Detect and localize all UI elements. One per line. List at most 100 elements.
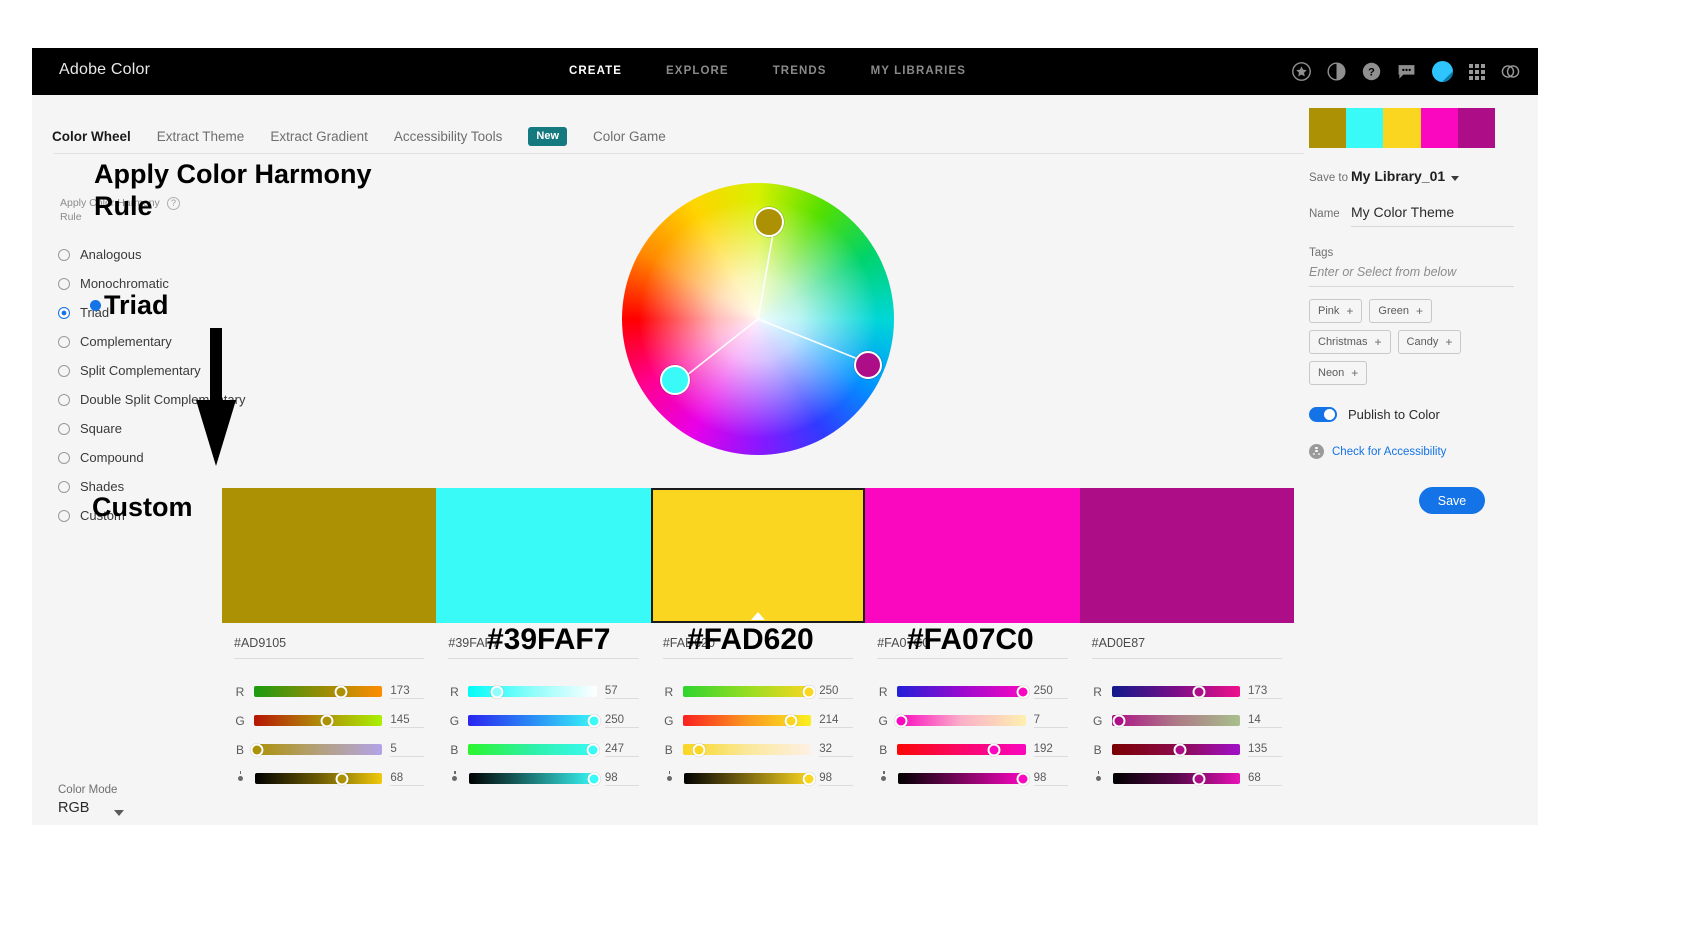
slider-track-g[interactable] (682, 714, 812, 727)
color-wheel[interactable] (622, 183, 894, 455)
slider-track-brightness[interactable] (469, 772, 601, 785)
slider-row-g[interactable]: G 14 (1092, 706, 1283, 735)
slider-track-g[interactable] (254, 714, 383, 727)
swatch-2[interactable] (436, 488, 651, 623)
slider-knob-b[interactable] (250, 743, 264, 756)
nav-explore[interactable]: EXPLORE (666, 65, 729, 77)
hex-value-1[interactable]: #AD9105 (234, 636, 425, 659)
slider-value-r[interactable]: 250 (1033, 685, 1068, 699)
slider-row-r[interactable]: R 57 (448, 677, 639, 706)
tab-color-game[interactable]: Color Game (593, 129, 666, 144)
plus-icon[interactable]: + (1416, 304, 1423, 318)
accessibility-check-row[interactable]: Check for Accessibility (1309, 444, 1514, 459)
slider-row-b[interactable]: B 5 (234, 735, 425, 764)
slider-row-b[interactable]: B 192 (877, 735, 1068, 764)
slider-knob-r[interactable] (1016, 685, 1030, 698)
slider-knob-g[interactable] (320, 714, 334, 727)
tag-chip-neon[interactable]: Neon + (1309, 361, 1368, 385)
check-accessibility-link[interactable]: Check for Accessibility (1332, 446, 1446, 458)
slider-track-b[interactable] (897, 743, 1026, 756)
slider-track-r[interactable] (897, 685, 1030, 698)
slider-row-b[interactable]: B 32 (663, 735, 854, 764)
slider-row-g[interactable]: G 145 (234, 706, 425, 735)
plus-icon[interactable]: + (1445, 335, 1452, 349)
plus-icon[interactable]: + (1375, 335, 1382, 349)
slider-value-b[interactable]: 192 (1033, 743, 1068, 757)
slider-value-b[interactable]: 135 (1248, 743, 1283, 757)
slider-knob-b[interactable] (1173, 743, 1187, 756)
nav-my-libraries[interactable]: MY LIBRARIES (871, 65, 966, 77)
tags-input[interactable]: Enter or Select from below (1309, 265, 1514, 287)
nav-trends[interactable]: TRENDS (773, 65, 827, 77)
publish-to-color-row[interactable]: Publish to Color (1309, 407, 1514, 422)
slider-knob-brightness[interactable] (1016, 772, 1030, 785)
slider-value-g[interactable]: 250 (604, 714, 639, 728)
wheel-marker-secondary[interactable] (660, 365, 690, 395)
slider-row-brightness[interactable]: 68 (234, 764, 425, 793)
slider-value-b[interactable]: 5 (390, 743, 425, 757)
slider-knob-g[interactable] (1112, 714, 1126, 727)
slider-knob-r[interactable] (1192, 685, 1206, 698)
slider-value-g[interactable]: 7 (1033, 714, 1068, 728)
plus-icon[interactable]: + (1346, 304, 1353, 318)
slider-knob-r[interactable] (490, 685, 504, 698)
slider-knob-b[interactable] (586, 743, 600, 756)
slider-row-g[interactable]: G 250 (448, 706, 639, 735)
slider-row-b[interactable]: B 135 (1092, 735, 1283, 764)
slider-value-g[interactable]: 214 (819, 714, 854, 728)
theme-name-input[interactable]: My Color Theme (1351, 204, 1514, 227)
slider-track-brightness[interactable] (1112, 772, 1241, 785)
slider-value-brightness[interactable]: 98 (604, 772, 639, 786)
plus-icon[interactable]: + (1351, 366, 1358, 380)
slider-track-brightness[interactable] (255, 772, 383, 785)
creative-cloud-icon[interactable] (1501, 62, 1520, 81)
slider-row-b[interactable]: B 247 (448, 735, 639, 764)
tag-chip-candy[interactable]: Candy + (1397, 330, 1462, 354)
slider-value-g[interactable]: 14 (1248, 714, 1283, 728)
slider-knob-r[interactable] (802, 685, 816, 698)
slider-value-brightness[interactable]: 68 (1248, 772, 1283, 786)
slider-row-brightness[interactable]: 98 (663, 764, 854, 793)
slider-track-g[interactable] (894, 714, 1026, 727)
library-selector-value[interactable]: My Library_01 (1351, 168, 1445, 184)
tab-color-wheel[interactable]: Color Wheel (52, 129, 131, 144)
tab-accessibility-tools[interactable]: Accessibility Tools (394, 129, 503, 144)
feedback-icon[interactable] (1397, 62, 1416, 81)
tab-extract-gradient[interactable]: Extract Gradient (270, 129, 368, 144)
slider-track-r[interactable] (1111, 685, 1241, 698)
slider-track-r[interactable] (468, 685, 597, 698)
tag-chip-pink[interactable]: Pink + (1309, 299, 1363, 323)
slider-track-g[interactable] (1111, 714, 1241, 727)
tag-chip-green[interactable]: Green + (1369, 299, 1433, 323)
publish-toggle[interactable] (1309, 407, 1337, 422)
slider-track-b[interactable] (1111, 743, 1241, 756)
slider-knob-b[interactable] (692, 743, 706, 756)
slider-knob-brightness[interactable] (587, 772, 601, 785)
user-avatar[interactable] (1432, 61, 1453, 82)
slider-track-g[interactable] (468, 714, 601, 727)
slider-track-brightness[interactable] (898, 772, 1030, 785)
slider-value-brightness[interactable]: 98 (1033, 772, 1068, 786)
slider-value-r[interactable]: 57 (604, 685, 639, 699)
slider-row-brightness[interactable]: 98 (448, 764, 639, 793)
tag-chip-christmas[interactable]: Christmas + (1309, 330, 1391, 354)
slider-track-r[interactable] (254, 685, 383, 698)
chevron-down-icon[interactable] (1451, 176, 1460, 181)
slider-knob-g[interactable] (587, 714, 601, 727)
slider-value-r[interactable]: 250 (819, 685, 854, 699)
slider-row-g[interactable]: G 214 (663, 706, 854, 735)
slider-value-b[interactable]: 247 (604, 743, 639, 757)
slider-row-brightness[interactable]: 98 (877, 764, 1068, 793)
slider-row-r[interactable]: R 173 (1092, 677, 1283, 706)
wheel-marker-tertiary[interactable] (854, 351, 882, 379)
slider-track-b[interactable] (682, 743, 812, 756)
tab-extract-theme[interactable]: Extract Theme (157, 129, 245, 144)
swatch-4[interactable] (865, 488, 1080, 623)
hex-value-5[interactable]: #AD0E87 (1091, 636, 1283, 659)
slider-value-r[interactable]: 173 (1248, 685, 1283, 699)
harmony-rule-analogous[interactable]: Analogous (58, 240, 245, 269)
slider-knob-b[interactable] (987, 743, 1001, 756)
wheel-marker-primary[interactable] (754, 207, 784, 237)
slider-track-brightness[interactable] (683, 772, 816, 785)
slider-knob-brightness[interactable] (1192, 772, 1206, 785)
